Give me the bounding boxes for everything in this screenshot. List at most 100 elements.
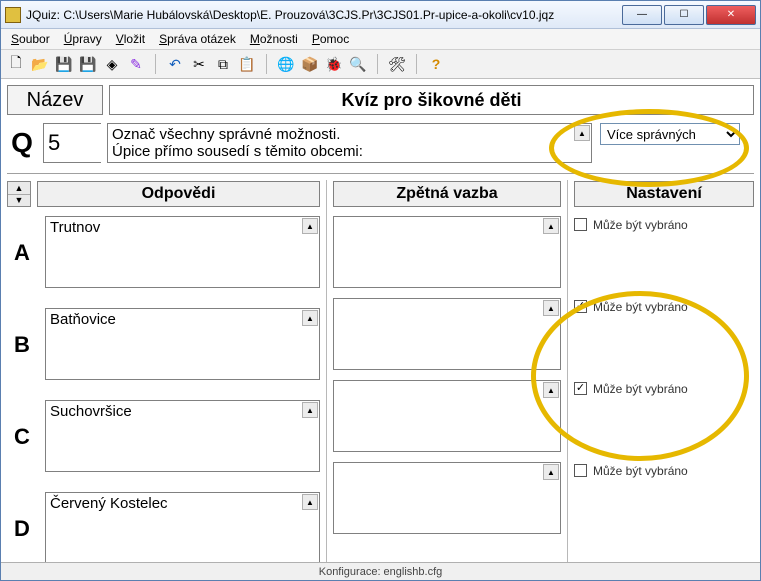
menu-pomoc[interactable]: Pomoc	[306, 30, 355, 48]
setting-row: Může být vybráno	[574, 380, 754, 452]
answer-letter: D	[7, 492, 37, 542]
setting-row: Může být vybráno	[574, 462, 754, 534]
feedback-text-field[interactable]: ▲	[333, 216, 561, 288]
quiz-title-field[interactable]: Kvíz pro šikovné děti	[109, 85, 754, 115]
can-be-selected-checkbox[interactable]	[574, 464, 587, 477]
question-text-field[interactable]: Označ všechny správné možnosti. Úpice př…	[107, 123, 592, 163]
toolbar: 🗋 📂 💾 💾 ◈ ✎ ↶ ✂ ⧉ 📋 🌐 📦 🐞 🔍 🛠 ?	[1, 49, 760, 79]
answers-column: ▲ ▼ Odpovědi ATrutnov▲BBatňovice▲CSuchov…	[7, 180, 327, 562]
minimize-button[interactable]: —	[622, 5, 662, 25]
nastaveni-header[interactable]: Nastavení	[574, 181, 754, 207]
maximize-button[interactable]: ☐	[664, 5, 704, 25]
menu-soubor[interactable]: Soubor	[5, 30, 56, 48]
scroll-up-icon[interactable]: ▲	[543, 300, 559, 316]
menu-sprava[interactable]: Správa otázek	[153, 30, 242, 48]
save-icon[interactable]: 💾	[55, 55, 73, 73]
scroll-up-icon[interactable]: ▲	[302, 310, 318, 326]
app-window: JQuiz: C:\Users\Marie Hubálovská\Desktop…	[0, 0, 761, 581]
copy-icon[interactable]: ⧉	[214, 55, 232, 73]
answer-letter: C	[7, 400, 37, 450]
saveall-icon[interactable]: 💾	[79, 55, 97, 73]
setting-row: Může být vybráno	[574, 298, 754, 370]
answer-row: D Červený Kostelec ▲	[7, 492, 320, 562]
scroll-up-icon[interactable]: ▲	[543, 218, 559, 234]
help-icon[interactable]: ?	[427, 55, 445, 73]
preview-icon[interactable]: 🔍	[349, 55, 367, 73]
feedback-text-field[interactable]: ▲	[333, 380, 561, 452]
can-be-selected-label: Může být vybráno	[593, 218, 688, 232]
new-icon[interactable]: 🗋	[7, 55, 25, 73]
question-type-select[interactable]: Více správných	[600, 123, 740, 145]
web-icon[interactable]: 🌐	[277, 55, 295, 73]
answer-text: Červený Kostelec	[50, 495, 168, 512]
question-scroll[interactable]: ▲	[574, 125, 590, 161]
feedback-scroll[interactable]: ▲	[543, 382, 559, 450]
paste-icon[interactable]: 📋	[238, 55, 256, 73]
content-area: Název Kvíz pro šikovné děti Q ▲ ▼ Označ …	[1, 79, 760, 562]
close-button[interactable]: ✕	[706, 5, 756, 25]
answer-text: Trutnov	[50, 219, 100, 236]
answer-letter: A	[7, 216, 37, 266]
open-icon[interactable]: 📂	[31, 55, 49, 73]
answer-text-field[interactable]: Batňovice ▲	[45, 308, 320, 380]
answer-text-field[interactable]: Červený Kostelec ▲	[45, 492, 320, 562]
scroll-up-icon[interactable]: ▲	[302, 402, 318, 418]
feedback-column: Zpětná vazba ▲ ▲ ▲ ▲	[327, 180, 568, 562]
answer-letter: B	[7, 308, 37, 358]
answer-text: Suchovršice	[50, 403, 132, 420]
titlebar: JQuiz: C:\Users\Marie Hubálovská\Desktop…	[1, 1, 760, 29]
answer-scroll[interactable]: ▲	[302, 494, 318, 562]
app-icon	[5, 7, 21, 23]
setting-row: Může být vybráno	[574, 216, 754, 288]
statusbar: Konfigurace: englishb.cfg	[1, 562, 760, 580]
undo-icon[interactable]: ↶	[166, 55, 184, 73]
answer-row: C Suchovršice ▲	[7, 400, 320, 482]
scroll-up-icon[interactable]: ▲	[543, 464, 559, 480]
answer-scroll[interactable]: ▲	[302, 310, 318, 378]
zpetna-header[interactable]: Zpětná vazba	[333, 181, 561, 207]
export-icon[interactable]: ◈	[103, 55, 121, 73]
answer-scroll[interactable]: ▲	[302, 402, 318, 470]
can-be-selected-checkbox[interactable]	[574, 300, 587, 313]
scroll-up-icon[interactable]: ▲	[574, 125, 590, 141]
order-up-icon[interactable]: ▲	[8, 182, 30, 195]
answer-text: Batňovice	[50, 311, 116, 328]
settings-column: Nastavení Může být vybráno Může být vybrá…	[568, 180, 754, 562]
q-label: Q	[7, 123, 37, 163]
answer-text-field[interactable]: Trutnov ▲	[45, 216, 320, 288]
zip-icon[interactable]: 📦	[301, 55, 319, 73]
status-text: Konfigurace: englishb.cfg	[319, 566, 443, 578]
answer-text-field[interactable]: Suchovršice ▲	[45, 400, 320, 472]
feedback-text-field[interactable]: ▲	[333, 298, 561, 370]
cut-icon[interactable]: ✂	[190, 55, 208, 73]
can-be-selected-label: Může být vybráno	[593, 300, 688, 314]
bug-icon[interactable]: 🐞	[325, 55, 343, 73]
answer-row: A Trutnov ▲	[7, 216, 320, 298]
window-controls: — ☐ ✕	[622, 5, 756, 25]
can-be-selected-checkbox[interactable]	[574, 218, 587, 231]
menu-moznosti[interactable]: Možnosti	[244, 30, 304, 48]
can-be-selected-label: Může být vybráno	[593, 382, 688, 396]
answer-row: B Batňovice ▲	[7, 308, 320, 390]
feedback-text-field[interactable]: ▲	[333, 462, 561, 534]
answer-order-spinner[interactable]: ▲ ▼	[7, 181, 31, 207]
menubar: Soubor Úpravy Vložit Správa otázek Možno…	[1, 29, 760, 49]
nazev-label: Název	[7, 85, 103, 115]
scroll-up-icon[interactable]: ▲	[543, 382, 559, 398]
append-icon[interactable]: ✎	[127, 55, 145, 73]
question-number-wrap: ▲ ▼	[43, 123, 101, 163]
scroll-up-icon[interactable]: ▲	[302, 218, 318, 234]
scroll-up-icon[interactable]: ▲	[302, 494, 318, 510]
config-icon[interactable]: 🛠	[388, 55, 406, 73]
feedback-scroll[interactable]: ▲	[543, 464, 559, 532]
feedback-scroll[interactable]: ▲	[543, 218, 559, 286]
can-be-selected-checkbox[interactable]	[574, 382, 587, 395]
menu-vlozit[interactable]: Vložit	[110, 30, 151, 48]
answer-scroll[interactable]: ▲	[302, 218, 318, 286]
feedback-scroll[interactable]: ▲	[543, 300, 559, 368]
menu-upravy[interactable]: Úpravy	[58, 30, 108, 48]
odpovedi-header[interactable]: Odpovědi	[37, 181, 320, 207]
can-be-selected-label: Může být vybráno	[593, 464, 688, 478]
order-down-icon[interactable]: ▼	[8, 195, 30, 207]
window-title: JQuiz: C:\Users\Marie Hubálovská\Desktop…	[26, 8, 622, 22]
